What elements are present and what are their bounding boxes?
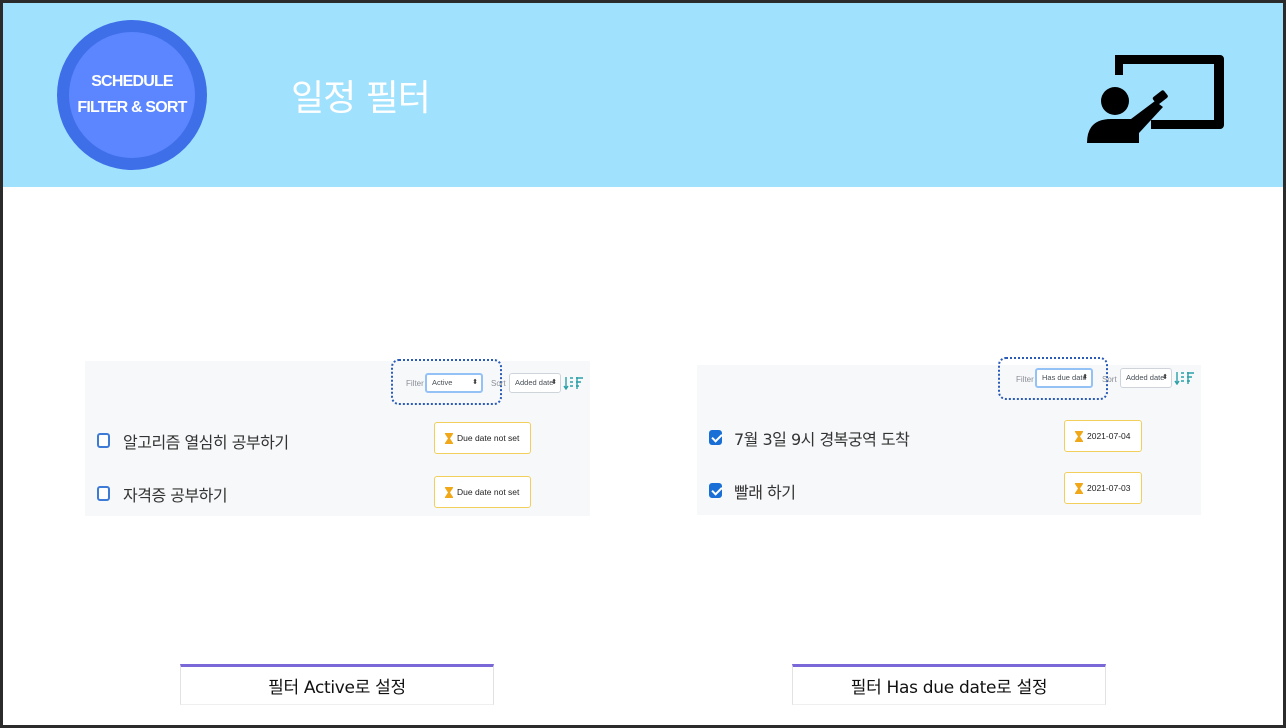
sort-select[interactable]: Added date ⬍ bbox=[1120, 368, 1172, 388]
sort-label: Sort bbox=[1102, 375, 1117, 384]
hourglass-icon bbox=[1075, 482, 1083, 494]
select-arrows-icon: ⬍ bbox=[1162, 374, 1168, 381]
due-date-badge[interactable]: 2021-07-03 bbox=[1064, 472, 1142, 504]
task-checkbox-checked[interactable] bbox=[709, 483, 722, 498]
due-date-badge[interactable]: Due date not set bbox=[434, 422, 531, 454]
filter-select[interactable]: Has due date ⬍ bbox=[1035, 368, 1093, 388]
sort-label: Sort bbox=[491, 379, 506, 388]
task-checkbox[interactable] bbox=[97, 433, 110, 448]
page-title: 일정 필터 bbox=[291, 78, 431, 119]
header-banner: SCHEDULE FILTER & SORT 일정 필터 bbox=[3, 3, 1283, 187]
due-date-badge[interactable]: 2021-07-04 bbox=[1064, 420, 1142, 452]
hourglass-icon bbox=[1075, 430, 1083, 442]
right-caption: 필터 Has due date로 설정 bbox=[792, 664, 1106, 705]
hourglass-icon bbox=[445, 486, 453, 498]
filter-label: Filter bbox=[406, 379, 424, 388]
sort-select[interactable]: Added date ⬍ bbox=[509, 373, 561, 393]
slide: SCHEDULE FILTER & SORT 일정 필터 Filter Acti… bbox=[3, 3, 1283, 725]
teacher-presentation-icon bbox=[1087, 55, 1224, 143]
sort-order-icon[interactable] bbox=[1174, 371, 1196, 385]
task-checkbox-checked[interactable] bbox=[709, 430, 722, 445]
section-badge: SCHEDULE FILTER & SORT bbox=[57, 20, 207, 170]
sort-order-icon[interactable] bbox=[563, 376, 585, 390]
left-caption: 필터 Active로 설정 bbox=[180, 664, 494, 705]
task-text: 빨래 하기 bbox=[734, 483, 796, 502]
select-arrows-icon: ⬍ bbox=[472, 379, 478, 386]
task-text: 자격증 공부하기 bbox=[123, 486, 228, 505]
select-arrows-icon: ⬍ bbox=[1082, 374, 1088, 381]
left-todo-panel: Filter Active ⬍ Sort Added date ⬍ 알고리즘 열… bbox=[85, 359, 590, 516]
badge-line1: SCHEDULE bbox=[91, 73, 173, 90]
filter-label: Filter bbox=[1016, 375, 1034, 384]
badge-line2: FILTER & SORT bbox=[77, 99, 187, 116]
task-text: 7월 3일 9시 경복궁역 도착 bbox=[734, 430, 910, 449]
filter-select[interactable]: Active ⬍ bbox=[425, 373, 483, 393]
right-todo-panel: Filter Has due date ⬍ Sort Added date ⬍ … bbox=[697, 357, 1201, 515]
task-text: 알고리즘 열심히 공부하기 bbox=[123, 433, 289, 452]
task-checkbox[interactable] bbox=[97, 486, 110, 501]
hourglass-icon bbox=[445, 432, 453, 444]
due-date-badge[interactable]: Due date not set bbox=[434, 476, 531, 508]
select-arrows-icon: ⬍ bbox=[551, 379, 557, 386]
